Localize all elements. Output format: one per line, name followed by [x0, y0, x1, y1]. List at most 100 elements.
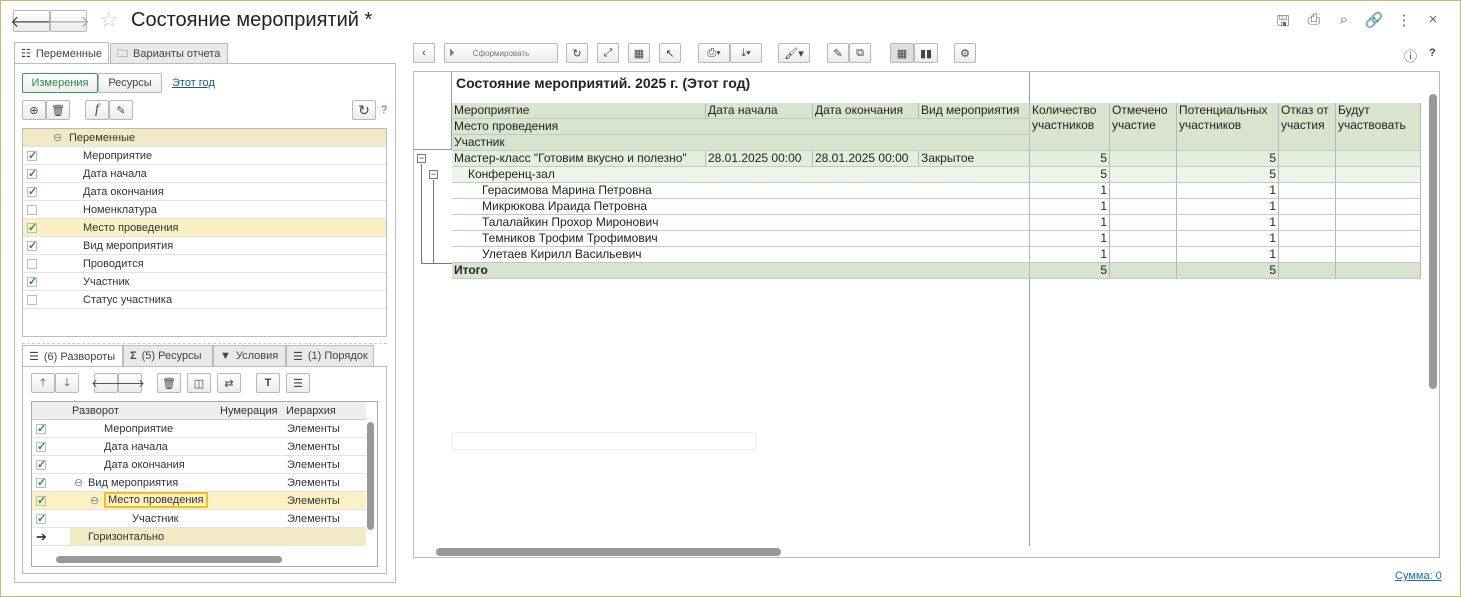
add-button[interactable]: ⊕ [22, 100, 46, 120]
grid-footer-row[interactable]: ➔ Горизонтально [32, 528, 366, 546]
save-icon[interactable]: 🖫 [1273, 11, 1293, 36]
move-right-button[interactable]: 🡒 [115, 373, 145, 393]
reset-button[interactable]: ↻ [352, 100, 376, 120]
tab-order[interactable]: ☰ (1) Порядок [286, 345, 374, 366]
vertical-scrollbar[interactable] [1429, 94, 1437, 389]
resource-cell: 1 [1030, 199, 1110, 215]
column-header[interactable]: Разворот [72, 405, 119, 417]
print-menu-button[interactable]: ⎙▾ [698, 43, 730, 63]
checkbox[interactable]: ✓ [27, 240, 37, 251]
split-button[interactable]: ◫ [187, 373, 211, 393]
tab-report-variants[interactable]: 🗀 Варианты отчета [110, 43, 228, 64]
checkbox[interactable]: ✓ [27, 168, 37, 179]
checkbox[interactable]: ✓ [27, 150, 37, 161]
edit-button[interactable]: ✎ [109, 100, 133, 120]
checkbox[interactable]: ✓ [36, 495, 46, 506]
checkbox[interactable]: ✓ [27, 186, 37, 197]
brush-menu-button[interactable]: 🖌▾ [778, 43, 810, 63]
horizontal-scrollbar[interactable] [436, 548, 781, 556]
tab-resources[interactable]: Σ (5) Ресурсы [123, 345, 213, 366]
generate-button[interactable]: ⏵ Сформировать [444, 43, 558, 63]
dimensions-button[interactable]: Измерения [22, 73, 98, 93]
grid-row[interactable]: ✓ ⊖ Место проведения Элементы [32, 492, 366, 510]
tree-item[interactable]: ✓ Дата начала [23, 165, 386, 183]
help-link[interactable]: ? [381, 104, 387, 116]
tab-variables[interactable]: ☷ Переменные [14, 42, 109, 64]
move-up-button[interactable]: 🡑 [31, 373, 55, 393]
checkbox[interactable]: ✓ [27, 276, 37, 287]
column-header[interactable]: Иерархия [286, 405, 336, 417]
collapse-icon[interactable]: ⊖ [74, 476, 83, 489]
settings-button[interactable]: ⚙ [954, 43, 976, 63]
tab-label: (1) Порядок [307, 350, 368, 362]
more-icon[interactable]: ⋮ [1394, 11, 1414, 29]
collapse-icon[interactable]: ⊖ [90, 494, 99, 507]
column-header[interactable]: Нумерация [220, 405, 278, 417]
move-down-button[interactable]: 🡓 [55, 373, 79, 393]
checkbox[interactable] [27, 204, 37, 215]
link-icon[interactable]: 🔗 [1364, 11, 1384, 29]
collapse-panel-button[interactable]: ‹ [413, 43, 435, 63]
print-icon[interactable]: ⎙ [1304, 11, 1324, 28]
horizontal-scrollbar[interactable] [56, 556, 282, 563]
close-icon[interactable]: × [1423, 11, 1443, 28]
tree-item[interactable]: Проводится [23, 255, 386, 273]
title-button[interactable]: T [256, 373, 280, 393]
resource-cell [1110, 183, 1177, 199]
grid-row[interactable]: ✓ ⊖ Вид мероприятия Элементы [32, 474, 366, 492]
tree-item[interactable]: Статус участника [23, 291, 386, 309]
grid-row[interactable]: ✓ Дата окончания Элементы [32, 456, 366, 474]
download-menu-button[interactable]: ⤓▾ [730, 43, 762, 63]
splitter[interactable] [22, 343, 387, 344]
checkbox[interactable]: ✓ [36, 459, 46, 470]
delete-button[interactable]: 🗑 [46, 100, 70, 120]
resources-button[interactable]: Ресурсы [98, 73, 162, 93]
checkbox[interactable]: ✓ [36, 477, 46, 488]
tab-groupings[interactable]: ☰ (6) Развороты [22, 345, 123, 367]
edit-report-button[interactable]: ✎ [827, 43, 849, 63]
tab-conditions[interactable]: ▼ Условия [213, 345, 286, 366]
tree-item[interactable]: ✓ Место проведения [23, 219, 386, 237]
formula-button[interactable]: f [85, 100, 109, 120]
collapse-icon[interactable]: ⊖ [53, 131, 62, 144]
refresh-button[interactable]: ↻ [566, 43, 588, 63]
tree-item[interactable]: ✓ Мероприятие [23, 147, 386, 165]
tree-root[interactable]: ⊖ Переменные [23, 129, 386, 147]
cursor-button[interactable]: ↖ [659, 43, 681, 63]
tree-item[interactable]: Номенклатура [23, 201, 386, 219]
checkbox[interactable]: ✓ [36, 513, 46, 524]
info-icon[interactable]: ⓘ [1404, 46, 1417, 65]
checkbox[interactable]: ✓ [36, 441, 46, 452]
back-button[interactable]: 🡐 [10, 10, 53, 32]
total-label: Итого [452, 263, 1030, 279]
tree-line [421, 263, 452, 264]
favorite-star-icon[interactable]: ☆ [99, 7, 119, 33]
sum-link[interactable]: Сумма: 0 [1395, 570, 1442, 582]
copy-button[interactable]: ⧉ [849, 43, 871, 63]
expand-button[interactable]: ⤢ [597, 43, 619, 63]
grid-row[interactable]: ✓ Мероприятие Элементы [32, 420, 366, 438]
checkbox[interactable] [27, 258, 37, 269]
checkbox[interactable]: ✓ [27, 222, 37, 233]
tree-item[interactable]: ✓ Вид мероприятия [23, 237, 386, 255]
swap-button[interactable]: ⇄ [217, 373, 241, 393]
period-link[interactable]: Этот год [172, 77, 215, 89]
checkbox[interactable]: ✓ [36, 423, 46, 434]
tree-item[interactable]: ✓ Участник [23, 273, 386, 291]
vertical-scrollbar[interactable] [367, 422, 374, 530]
chart-view-button[interactable]: ▮▮ [914, 43, 938, 63]
tree-item[interactable]: ✓ Дата окончания [23, 183, 386, 201]
delete-grouping-button[interactable]: 🗑 [157, 373, 181, 393]
collapse-group-button[interactable]: − [429, 170, 438, 179]
hierarchy-button[interactable]: ☰ [286, 373, 310, 393]
table-settings-button[interactable]: ▦ [628, 43, 650, 63]
preview-icon[interactable]: ⌕ [1334, 11, 1354, 28]
collapse-group-button[interactable]: − [417, 154, 426, 163]
table-view-button[interactable]: ▦ [890, 43, 914, 63]
help-button[interactable]: ? [1429, 47, 1436, 59]
checkbox[interactable] [27, 294, 37, 305]
column-header: Будут участвовать [1336, 103, 1421, 151]
grid-row[interactable]: ✓ Дата начала Элементы [32, 438, 366, 456]
forward-button[interactable]: 🡒 [47, 10, 90, 32]
grid-row[interactable]: ✓ Участник Элементы [32, 510, 366, 528]
